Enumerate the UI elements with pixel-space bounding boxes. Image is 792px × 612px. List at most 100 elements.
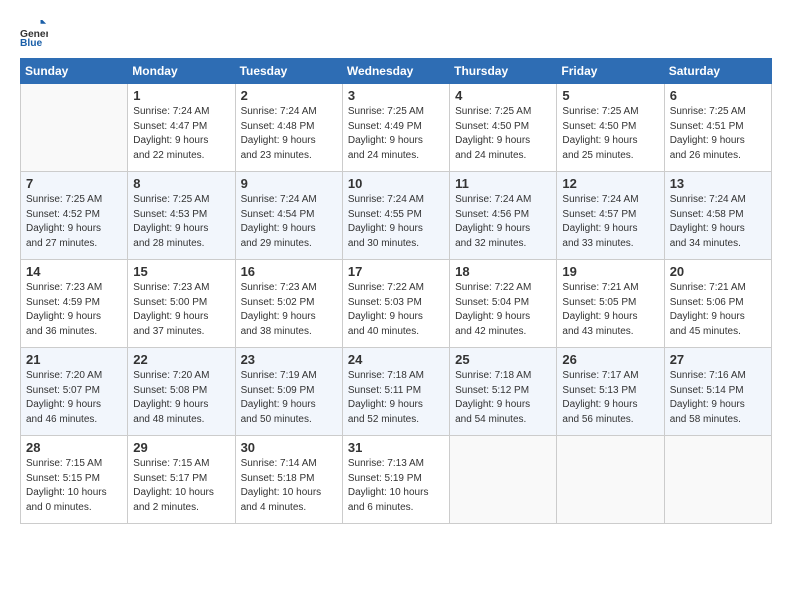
day-number: 7 [26, 176, 122, 191]
day-number: 17 [348, 264, 444, 279]
week-row-5: 28 Sunrise: 7:15 AM Sunset: 5:15 PM Dayli… [21, 436, 772, 524]
day-number: 3 [348, 88, 444, 103]
day-number: 25 [455, 352, 551, 367]
cell-info: Sunrise: 7:25 AM Sunset: 4:53 PM Dayligh… [133, 193, 229, 251]
calendar-cell: 14 Sunrise: 7:23 AM Sunset: 4:59 PM Dayli… [21, 260, 128, 348]
day-number: 21 [26, 352, 122, 367]
calendar-cell: 31Sunrise: 7:13 AM Sunset: 5:19 PM Dayli… [342, 436, 449, 524]
calendar-cell: 24 Sunrise: 7:18 AM Sunset: 5:11 PM Dayli… [342, 348, 449, 436]
day-number: 14 [26, 264, 122, 279]
cell-info: Sunrise: 7:23 AM Sunset: 5:00 PM Dayligh… [133, 281, 229, 339]
week-row-2: 7 Sunrise: 7:25 AM Sunset: 4:52 PM Daylig… [21, 172, 772, 260]
day-number: 15 [133, 264, 229, 279]
calendar-cell: 27 Sunrise: 7:16 AM Sunset: 5:14 PM Dayli… [664, 348, 771, 436]
day-number: 27 [670, 352, 766, 367]
calendar-cell: 30 Sunrise: 7:14 AM Sunset: 5:18 PM Dayli… [235, 436, 342, 524]
cell-info: Sunrise: 7:25 AM Sunset: 4:50 PM Dayligh… [562, 105, 658, 163]
header-tuesday: Tuesday [235, 59, 342, 84]
cell-info: Sunrise: 7:17 AM Sunset: 5:13 PM Dayligh… [562, 369, 658, 427]
cell-info: Sunrise: 7:24 AM Sunset: 4:56 PM Dayligh… [455, 193, 551, 251]
cell-info: Sunrise: 7:24 AM Sunset: 4:48 PM Dayligh… [241, 105, 337, 163]
cell-info: Sunrise: 7:21 AM Sunset: 5:05 PM Dayligh… [562, 281, 658, 339]
day-number: 2 [241, 88, 337, 103]
cell-info: Sunrise: 7:16 AM Sunset: 5:14 PM Dayligh… [670, 369, 766, 427]
page-container: General Blue SundayMondayTuesdayWednesda… [0, 0, 792, 534]
calendar-cell: 6 Sunrise: 7:25 AM Sunset: 4:51 PM Daylig… [664, 84, 771, 172]
calendar-cell: 22 Sunrise: 7:20 AM Sunset: 5:08 PM Dayli… [128, 348, 235, 436]
calendar-cell: 2 Sunrise: 7:24 AM Sunset: 4:48 PM Daylig… [235, 84, 342, 172]
calendar-cell: 4Sunrise: 7:25 AM Sunset: 4:50 PM Daylig… [450, 84, 557, 172]
cell-info: Sunrise: 7:18 AM Sunset: 5:12 PM Dayligh… [455, 369, 551, 427]
calendar-cell: 12 Sunrise: 7:24 AM Sunset: 4:57 PM Dayli… [557, 172, 664, 260]
cell-info: Sunrise: 7:24 AM Sunset: 4:54 PM Dayligh… [241, 193, 337, 251]
calendar-cell [21, 84, 128, 172]
day-number: 23 [241, 352, 337, 367]
calendar-cell: 16Sunrise: 7:23 AM Sunset: 5:02 PM Dayli… [235, 260, 342, 348]
cell-info: Sunrise: 7:25 AM Sunset: 4:51 PM Dayligh… [670, 105, 766, 163]
day-number: 6 [670, 88, 766, 103]
day-number: 20 [670, 264, 766, 279]
day-number: 8 [133, 176, 229, 191]
cell-info: Sunrise: 7:15 AM Sunset: 5:17 PM Dayligh… [133, 457, 229, 515]
cell-info: Sunrise: 7:15 AM Sunset: 5:15 PM Dayligh… [26, 457, 122, 515]
calendar-cell: 1Sunrise: 7:24 AM Sunset: 4:47 PM Daylig… [128, 84, 235, 172]
day-number: 29 [133, 440, 229, 455]
cell-info: Sunrise: 7:25 AM Sunset: 4:50 PM Dayligh… [455, 105, 551, 163]
calendar-cell: 25 Sunrise: 7:18 AM Sunset: 5:12 PM Dayli… [450, 348, 557, 436]
header-saturday: Saturday [664, 59, 771, 84]
calendar-cell: 3 Sunrise: 7:25 AM Sunset: 4:49 PM Daylig… [342, 84, 449, 172]
day-number: 10 [348, 176, 444, 191]
day-number: 18 [455, 264, 551, 279]
cell-info: Sunrise: 7:18 AM Sunset: 5:11 PM Dayligh… [348, 369, 444, 427]
day-number: 24 [348, 352, 444, 367]
calendar-cell: 26 Sunrise: 7:17 AM Sunset: 5:13 PM Dayli… [557, 348, 664, 436]
cell-info: Sunrise: 7:25 AM Sunset: 4:52 PM Dayligh… [26, 193, 122, 251]
cell-info: Sunrise: 7:20 AM Sunset: 5:07 PM Dayligh… [26, 369, 122, 427]
cell-info: Sunrise: 7:22 AM Sunset: 5:03 PM Dayligh… [348, 281, 444, 339]
calendar-cell: 20Sunrise: 7:21 AM Sunset: 5:06 PM Dayli… [664, 260, 771, 348]
calendar-cell: 18 Sunrise: 7:22 AM Sunset: 5:04 PM Dayli… [450, 260, 557, 348]
calendar-cell: 11 Sunrise: 7:24 AM Sunset: 4:56 PM Dayli… [450, 172, 557, 260]
cell-info: Sunrise: 7:24 AM Sunset: 4:55 PM Dayligh… [348, 193, 444, 251]
day-number: 16 [241, 264, 337, 279]
cell-info: Sunrise: 7:25 AM Sunset: 4:49 PM Dayligh… [348, 105, 444, 163]
cell-info: Sunrise: 7:14 AM Sunset: 5:18 PM Dayligh… [241, 457, 337, 515]
day-number: 9 [241, 176, 337, 191]
calendar-cell: 19Sunrise: 7:21 AM Sunset: 5:05 PM Dayli… [557, 260, 664, 348]
calendar-cell: 17 Sunrise: 7:22 AM Sunset: 5:03 PM Dayli… [342, 260, 449, 348]
calendar-cell [557, 436, 664, 524]
cell-info: Sunrise: 7:23 AM Sunset: 4:59 PM Dayligh… [26, 281, 122, 339]
calendar-cell: 23 Sunrise: 7:19 AM Sunset: 5:09 PM Dayli… [235, 348, 342, 436]
cell-info: Sunrise: 7:24 AM Sunset: 4:58 PM Dayligh… [670, 193, 766, 251]
day-number: 30 [241, 440, 337, 455]
cell-info: Sunrise: 7:13 AM Sunset: 5:19 PM Dayligh… [348, 457, 444, 515]
calendar-table: SundayMondayTuesdayWednesdayThursdayFrid… [20, 58, 772, 524]
cell-info: Sunrise: 7:24 AM Sunset: 4:57 PM Dayligh… [562, 193, 658, 251]
day-number: 12 [562, 176, 658, 191]
week-row-3: 14 Sunrise: 7:23 AM Sunset: 4:59 PM Dayli… [21, 260, 772, 348]
day-number: 13 [670, 176, 766, 191]
header-sunday: Sunday [21, 59, 128, 84]
day-number: 22 [133, 352, 229, 367]
header-thursday: Thursday [450, 59, 557, 84]
calendar-cell: 21 Sunrise: 7:20 AM Sunset: 5:07 PM Dayli… [21, 348, 128, 436]
day-number: 28 [26, 440, 122, 455]
calendar-cell: 7 Sunrise: 7:25 AM Sunset: 4:52 PM Daylig… [21, 172, 128, 260]
calendar-cell: 5 Sunrise: 7:25 AM Sunset: 4:50 PM Daylig… [557, 84, 664, 172]
day-number: 26 [562, 352, 658, 367]
cell-info: Sunrise: 7:19 AM Sunset: 5:09 PM Dayligh… [241, 369, 337, 427]
week-row-4: 21 Sunrise: 7:20 AM Sunset: 5:07 PM Dayli… [21, 348, 772, 436]
cell-info: Sunrise: 7:24 AM Sunset: 4:47 PM Dayligh… [133, 105, 229, 163]
calendar-cell: 9 Sunrise: 7:24 AM Sunset: 4:54 PM Daylig… [235, 172, 342, 260]
svg-text:Blue: Blue [20, 38, 43, 48]
calendar-cell: 8 Sunrise: 7:25 AM Sunset: 4:53 PM Daylig… [128, 172, 235, 260]
calendar-header-row: SundayMondayTuesdayWednesdayThursdayFrid… [21, 59, 772, 84]
logo-icon: General Blue [20, 20, 48, 48]
cell-info: Sunrise: 7:20 AM Sunset: 5:08 PM Dayligh… [133, 369, 229, 427]
calendar-cell: 28 Sunrise: 7:15 AM Sunset: 5:15 PM Dayli… [21, 436, 128, 524]
header-friday: Friday [557, 59, 664, 84]
day-number: 5 [562, 88, 658, 103]
cell-info: Sunrise: 7:22 AM Sunset: 5:04 PM Dayligh… [455, 281, 551, 339]
calendar-cell: 10 Sunrise: 7:24 AM Sunset: 4:55 PM Dayli… [342, 172, 449, 260]
day-number: 11 [455, 176, 551, 191]
